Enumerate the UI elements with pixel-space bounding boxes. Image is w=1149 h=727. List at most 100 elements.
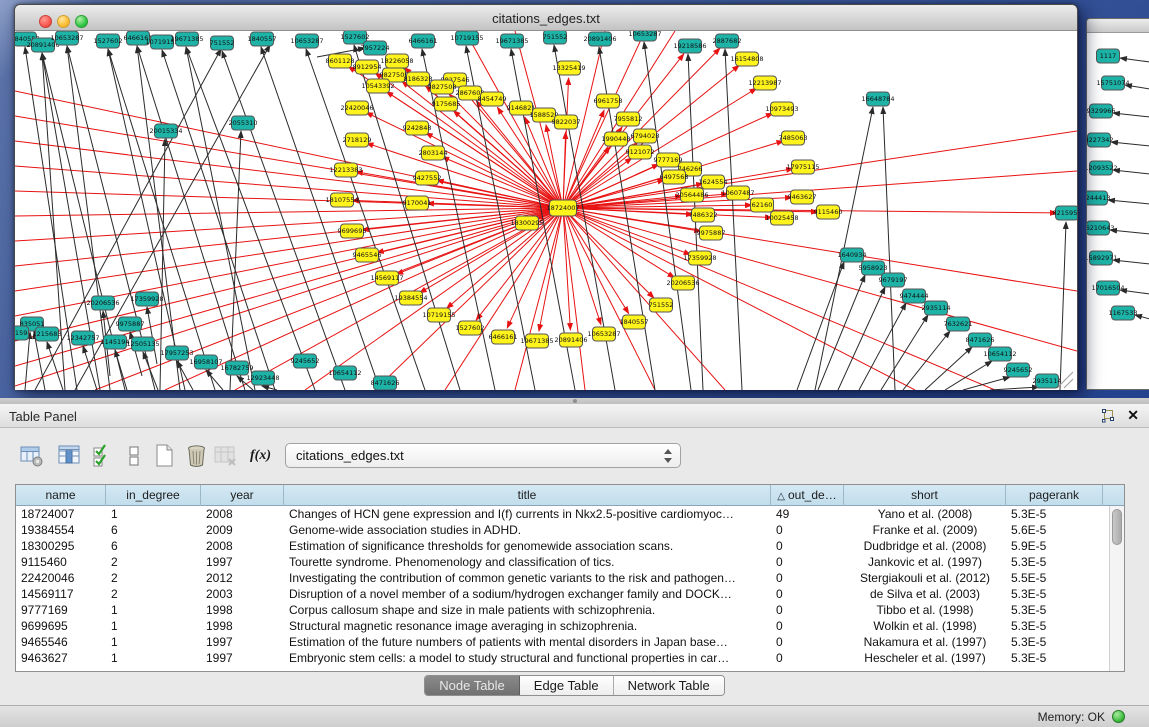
table-cell: 9777169: [16, 602, 106, 618]
graph-node-label: 1640934: [838, 251, 867, 259]
delete-table-button-disabled[interactable]: [212, 442, 239, 469]
graph-node-label: 18107554: [325, 196, 358, 204]
graph-node-label: 10654112: [983, 350, 1016, 358]
table-cell: 6: [106, 522, 201, 538]
graph-node-label: 12505135: [126, 340, 159, 348]
graph-node-label: 9245652: [1004, 366, 1033, 374]
graph-node-label: 7955812: [614, 115, 643, 123]
tab-edge-table[interactable]: Edge Table: [520, 676, 614, 696]
table-cell: Yano et al. (2008): [844, 506, 1006, 522]
table-cell: Embryonic stem cells: a model to study s…: [284, 650, 771, 666]
graph-node-label: 16958107: [189, 358, 222, 366]
graph-node-label: 16648784: [861, 95, 894, 103]
graph-node-label: 12213987: [748, 79, 781, 87]
graph-node-label: 2718129: [343, 136, 372, 144]
graph-node-label: 9679197: [879, 276, 908, 284]
select-all-rows-button[interactable]: [90, 442, 117, 469]
graph-node-label: 14569117: [370, 274, 403, 282]
column-header-short[interactable]: short: [844, 485, 1006, 506]
column-header-year[interactable]: year: [201, 485, 284, 506]
table-row[interactable]: 977716911998Corpus callosum shape and si…: [16, 602, 1124, 618]
float-window-icon[interactable]: [1100, 408, 1116, 424]
table-cell: 1: [106, 650, 201, 666]
background-network-window[interactable]: 1117157510749329966922734212093522124441…: [1086, 18, 1149, 390]
graph-node-label: 16210643: [1087, 224, 1115, 232]
column-header-in-degree[interactable]: in_degree: [106, 485, 201, 506]
graph-node-label: 1527602: [456, 324, 485, 332]
graph-node-label: 10025458: [765, 214, 798, 222]
show-columns-button[interactable]: [56, 442, 83, 469]
graph-node-label: 1527602: [341, 33, 370, 41]
function-builder-button[interactable]: f(x): [247, 442, 274, 469]
table-cell: 9699695: [16, 618, 106, 634]
table-row[interactable]: 946362711997Embryonic stem cells: a mode…: [16, 650, 1124, 666]
graph-node-label: 9699695: [338, 227, 367, 235]
network-table-select[interactable]: citations_edges.txt: [285, 443, 681, 468]
network-canvas[interactable]: 8601128891295418226058982750981863281054…: [15, 31, 1077, 390]
table-cell: 0: [771, 522, 844, 538]
table-row[interactable]: 911546021997Tourette syndrome. Phenomeno…: [16, 554, 1124, 570]
network-window-titlebar[interactable]: citations_edges.txt: [15, 5, 1077, 31]
graph-node-label: 7486322: [689, 211, 718, 219]
table-cell: 18724007: [16, 506, 106, 522]
scrollbar-thumb[interactable]: [1112, 509, 1122, 545]
column-header-name[interactable]: name: [16, 485, 106, 506]
graph-node-label: 12213383: [329, 166, 362, 174]
graph-node-label: 10719155: [450, 34, 483, 42]
graph-node-label: 17957253: [160, 349, 193, 357]
graph-node-label: 6466161: [409, 37, 438, 45]
column-header-pagerank[interactable]: pagerank: [1006, 485, 1103, 506]
background-window-titlebar[interactable]: [1087, 19, 1149, 33]
graph-node-label: 9115460: [814, 208, 843, 216]
table-cell: 2009: [201, 522, 284, 538]
table-cell: Stergiakouli et al. (2012): [844, 570, 1006, 586]
table-cell: 22420046: [16, 570, 106, 586]
graph-node-label: 39159: [15, 329, 27, 337]
table-cell: 5.3E-5: [1006, 650, 1103, 666]
table-cell: 1997: [201, 554, 284, 570]
new-column-button[interactable]: [151, 442, 178, 469]
graph-node-label: 9170041: [403, 199, 432, 207]
table-panel-title: Table Panel: [9, 409, 77, 424]
tab-network-table[interactable]: Network Table: [614, 676, 724, 696]
graph-node-label: 1990448: [602, 135, 631, 143]
vertical-scrollbar[interactable]: [1109, 506, 1124, 671]
select-spinner-icon: [663, 448, 674, 464]
graph-node-label: 18300295: [510, 219, 543, 227]
column-header-out-de-[interactable]: △out_de…: [771, 485, 844, 506]
graph-node-label: 8912954: [353, 63, 382, 71]
table-row[interactable]: 2242004622012Investigating the contribut…: [16, 570, 1124, 586]
table-row[interactable]: 946554611997Estimation of the future num…: [16, 634, 1124, 650]
graph-node-label: 10607487: [721, 189, 754, 197]
table-cell: 2012: [201, 570, 284, 586]
tab-node-table[interactable]: Node Table: [425, 676, 520, 696]
graph-node-label: 5958923: [859, 264, 888, 272]
delete-column-trash-button[interactable]: [183, 442, 210, 469]
table-row[interactable]: 1456911722003Disruption of a novel membe…: [16, 586, 1124, 602]
table-row[interactable]: 1830029562008Estimation of significance …: [16, 538, 1124, 554]
graph-node-label: 6497568: [660, 173, 689, 181]
table-row[interactable]: 969969511998Structural magnetic resonanc…: [16, 618, 1124, 634]
divider-grip-icon: [573, 399, 577, 403]
table-row[interactable]: 1872400712008Changes of HCN gene express…: [16, 506, 1124, 522]
table-row[interactable]: 1938455462009Genome-wide association stu…: [16, 522, 1124, 538]
table-cell: 0: [771, 634, 844, 650]
table-cell: Hescheler et al. (1997): [844, 650, 1006, 666]
unselect-all-rows-button[interactable]: [121, 442, 148, 469]
graph-node-label: 15751074: [1096, 79, 1129, 87]
graph-node-label: 6466161: [489, 333, 518, 341]
table-toolbar: f(x) citations_edges.txt: [0, 434, 1149, 474]
graph-node-label: 9463627: [788, 193, 817, 201]
graph-node-label: 1244413: [1087, 194, 1110, 202]
manage-table-button[interactable]: [18, 442, 45, 469]
close-panel-icon[interactable]: ✕: [1127, 407, 1139, 424]
graph-node-label: 9474444: [900, 292, 929, 300]
table-cell: Dudbridge et al. (2008): [844, 538, 1006, 554]
graph-node-label: 16782759: [220, 364, 253, 372]
column-header-title[interactable]: title: [284, 485, 771, 506]
graph-node-label: 7485063: [779, 134, 808, 142]
graph-node-label: 12342757: [66, 334, 99, 342]
graph-node-label: 2935114: [1033, 377, 1062, 385]
graph-node-label: 6794028: [631, 132, 660, 140]
table-cell: 0: [771, 554, 844, 570]
